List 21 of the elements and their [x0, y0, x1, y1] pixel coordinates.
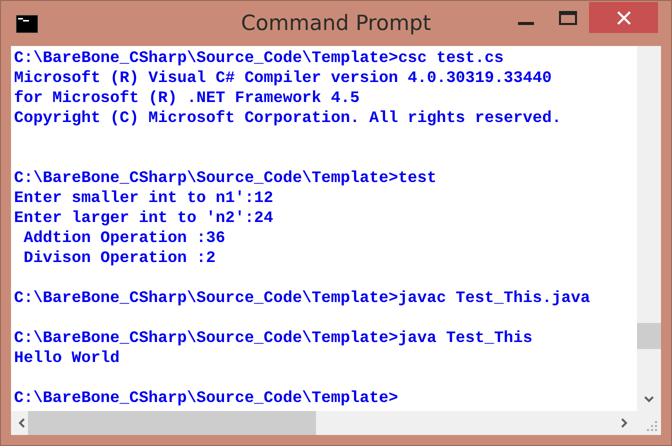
scroll-thumb[interactable]: [637, 323, 661, 349]
close-icon: [616, 10, 630, 24]
console-line: C:\BareBone_CSharp\Source_Code\Template>test: [14, 168, 438, 188]
close-button[interactable]: [589, 2, 658, 33]
terminal-icon: [16, 15, 38, 33]
console-line: Divison Operation :2: [22, 248, 217, 268]
window-title: Command Prompt: [241, 11, 431, 35]
scroll-thumb[interactable]: [28, 411, 316, 435]
console-line: Addtion Operation :36: [22, 228, 226, 248]
minimize-icon: [518, 22, 534, 25]
maximize-icon: [559, 10, 577, 24]
console-line: C:\BareBone_CSharp\Source_Code\Template>: [14, 388, 400, 408]
console-line: for Microsoft (R) .NET Framework 4.5: [14, 88, 361, 108]
console-line: Enter larger int to 'n2':24: [14, 208, 274, 228]
console-line: Copyright (C) Microsoft Corporation. All rights reserved.: [14, 108, 562, 128]
console-line: C:\BareBone_CSharp\Source_Code\Template>java Test_This: [14, 328, 534, 348]
console-line: Enter smaller int to n1':12: [14, 188, 274, 208]
console-line: Microsoft (R) Visual C# Compiler version 4.0.30319.33440: [14, 68, 553, 88]
console-line: Hello World: [14, 348, 121, 368]
console-line: C:\BareBone_CSharp\Source_Code\Template>csc test.cs: [14, 48, 505, 68]
console-line: C:\BareBone_CSharp\Source_Code\Template>javac Test_This.java: [14, 288, 592, 308]
